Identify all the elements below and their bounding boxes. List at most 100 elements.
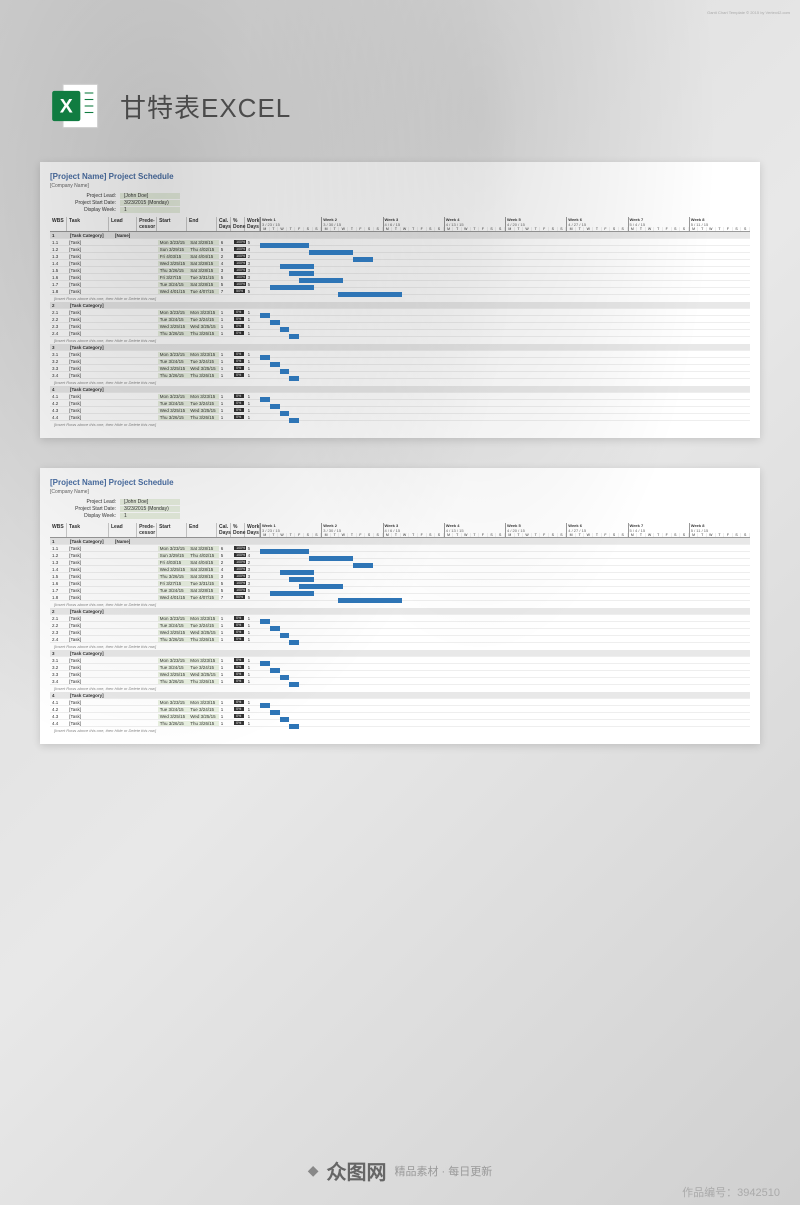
meta-week-value[interactable]: 1 (120, 513, 180, 519)
gantt-bar[interactable] (309, 250, 353, 255)
gantt-bar[interactable] (289, 724, 299, 729)
meta-lead-value[interactable]: [John Doe] (120, 193, 180, 199)
gantt-bar[interactable] (260, 619, 270, 624)
gantt-bar[interactable] (289, 271, 314, 276)
task-row[interactable]: 2.4[Task]Thu 3/26/15Thu 3/26/1510%1 (50, 636, 750, 643)
task-row[interactable]: 1.1[Task]Mon 3/23/15Sat 3/28/156100%5 (50, 239, 750, 246)
category-row[interactable]: 2[Task Category] (50, 608, 750, 615)
task-row[interactable]: 1.1[Task]Mon 3/23/15Sat 3/28/156100%5 (50, 545, 750, 552)
gantt-bar[interactable] (299, 278, 343, 283)
gantt-bar[interactable] (270, 626, 280, 631)
task-row[interactable]: 3.2[Task]Tue 3/24/15Tue 3/24/1510%1 (50, 664, 750, 671)
gantt-bar[interactable] (270, 362, 280, 367)
task-row[interactable]: 4.1[Task]Mon 3/23/15Mon 3/23/1510%1 (50, 393, 750, 400)
task-row[interactable]: 4.3[Task]Wed 3/25/15Wed 3/25/1510%1 (50, 713, 750, 720)
task-row[interactable]: 1.7[Task]Tue 3/24/15Sat 3/28/155100%5 (50, 281, 750, 288)
meta-start-value[interactable]: 3/23/2015 (Monday) (120, 506, 180, 512)
gantt-bar[interactable] (289, 418, 299, 423)
category-row[interactable]: 1[Task Category][Name] (50, 538, 750, 545)
gantt-bar[interactable] (338, 598, 402, 603)
gantt-bar[interactable] (270, 668, 280, 673)
company-name: [Company Name] (50, 489, 750, 495)
meta-week-value[interactable]: 1 (120, 207, 180, 213)
task-row[interactable]: 1.6[Task]Fri 3/27/15Tue 3/31/155100%3 (50, 274, 750, 281)
gantt-bar[interactable] (289, 682, 299, 687)
gantt-bar[interactable] (260, 397, 270, 402)
task-row[interactable]: 2.4[Task]Thu 3/26/15Thu 3/26/1510%1 (50, 330, 750, 337)
task-row[interactable]: 3.3[Task]Wed 3/25/15Wed 3/25/1510%1 (50, 671, 750, 678)
gantt-bar[interactable] (280, 570, 314, 575)
category-row[interactable]: 2[Task Category] (50, 302, 750, 309)
task-row[interactable]: 4.4[Task]Thu 3/26/15Thu 3/26/1510%1 (50, 720, 750, 727)
gantt-bar[interactable] (260, 313, 270, 318)
task-row[interactable]: 1.5[Task]Thu 3/26/15Sat 3/28/153100%3 (50, 267, 750, 274)
category-row[interactable]: 4[Task Category] (50, 386, 750, 393)
meta-start-label: Project Start Date: (50, 200, 120, 206)
task-row[interactable]: 1.8[Task]Wed 4/01/15Tue 4/07/15750%5 (50, 288, 750, 295)
gantt-bar[interactable] (280, 327, 290, 332)
task-row[interactable]: 2.2[Task]Tue 3/24/15Tue 3/24/1510%1 (50, 622, 750, 629)
gantt-bar[interactable] (309, 556, 353, 561)
task-row[interactable]: 3.3[Task]Wed 3/25/15Wed 3/25/1510%1 (50, 365, 750, 372)
task-row[interactable]: 3.4[Task]Thu 3/26/15Thu 3/26/1510%1 (50, 372, 750, 379)
gantt-bar[interactable] (299, 584, 343, 589)
gantt-bar[interactable] (270, 710, 280, 715)
gantt-bar[interactable] (289, 640, 299, 645)
task-row[interactable]: 4.2[Task]Tue 3/24/15Tue 3/24/1510%1 (50, 400, 750, 407)
gantt-bar[interactable] (289, 577, 314, 582)
task-row[interactable]: 1.8[Task]Wed 4/01/15Tue 4/07/15750%5 (50, 594, 750, 601)
page-header: X 甘特表EXCEL (0, 0, 800, 132)
insert-helper-row: [Insert Rows above this one, then Hide o… (50, 643, 750, 650)
task-row[interactable]: 1.7[Task]Tue 3/24/15Sat 3/28/155100%5 (50, 587, 750, 594)
category-row[interactable]: 4[Task Category] (50, 692, 750, 699)
gantt-bar[interactable] (353, 257, 373, 262)
gantt-bar[interactable] (280, 411, 290, 416)
gantt-bar[interactable] (270, 591, 314, 596)
task-row[interactable]: 1.6[Task]Fri 3/27/15Tue 3/31/155100%3 (50, 580, 750, 587)
gantt-bar[interactable] (270, 404, 280, 409)
gantt-bar[interactable] (289, 334, 299, 339)
task-row[interactable]: 1.5[Task]Thu 3/26/15Sat 3/28/153100%3 (50, 573, 750, 580)
task-row[interactable]: 4.3[Task]Wed 3/25/15Wed 3/25/1510%1 (50, 407, 750, 414)
meta-lead-value[interactable]: [John Doe] (120, 499, 180, 505)
gantt-bar[interactable] (280, 675, 290, 680)
category-row[interactable]: 1[Task Category][Name] (50, 232, 750, 239)
task-row[interactable]: 1.4[Task]Wed 3/25/15Sat 3/28/154100%3 (50, 566, 750, 573)
task-row[interactable]: 2.2[Task]Tue 3/24/15Tue 3/24/1510%1 (50, 316, 750, 323)
task-row[interactable]: 4.2[Task]Tue 3/24/15Tue 3/24/1510%1 (50, 706, 750, 713)
task-row[interactable]: 3.1[Task]Mon 3/23/15Mon 3/23/1510%1 (50, 351, 750, 358)
gantt-bar[interactable] (280, 369, 290, 374)
task-row[interactable]: 3.4[Task]Thu 3/26/15Thu 3/26/1510%1 (50, 678, 750, 685)
task-row[interactable]: 3.1[Task]Mon 3/23/15Mon 3/23/1510%1 (50, 657, 750, 664)
gantt-bar[interactable] (260, 703, 270, 708)
task-row[interactable]: 1.3[Task]Fri 4/03/15Sat 4/04/152100%2 (50, 559, 750, 566)
category-row[interactable]: 3[Task Category] (50, 344, 750, 351)
gantt-bar[interactable] (260, 549, 309, 554)
task-row[interactable]: 1.2[Task]Sun 3/29/15Thu 4/02/155100%4 (50, 552, 750, 559)
gantt-bar[interactable] (270, 320, 280, 325)
gantt-bar[interactable] (260, 661, 270, 666)
gantt-bar[interactable] (289, 376, 299, 381)
task-row[interactable]: 1.3[Task]Fri 4/03/15Sat 4/04/152100%2 (50, 253, 750, 260)
watermark: ◆ 众图网 精品素材 · 每日更新 (0, 1156, 800, 1185)
gantt-bar[interactable] (260, 355, 270, 360)
task-row[interactable]: 1.4[Task]Wed 3/25/15Sat 3/28/154100%3 (50, 260, 750, 267)
task-row[interactable]: 2.1[Task]Mon 3/23/15Mon 3/23/1510%1 (50, 615, 750, 622)
task-row[interactable]: 2.3[Task]Wed 3/25/15Wed 3/25/1510%1 (50, 323, 750, 330)
task-row[interactable]: 3.2[Task]Tue 3/24/15Tue 3/24/1510%1 (50, 358, 750, 365)
meta-start-value[interactable]: 3/23/2015 (Monday) (120, 200, 180, 206)
gantt-bar[interactable] (270, 285, 314, 290)
task-row[interactable]: 4.1[Task]Mon 3/23/15Mon 3/23/1510%1 (50, 699, 750, 706)
week-header: Week 23 / 30 / 15MTWTFSS (321, 217, 382, 231)
gantt-bar[interactable] (280, 717, 290, 722)
gantt-bar[interactable] (338, 292, 402, 297)
category-row[interactable]: 3[Task Category] (50, 650, 750, 657)
task-row[interactable]: 2.3[Task]Wed 3/25/15Wed 3/25/1510%1 (50, 629, 750, 636)
gantt-bar[interactable] (260, 243, 309, 248)
gantt-bar[interactable] (280, 264, 314, 269)
task-row[interactable]: 1.2[Task]Sun 3/29/15Thu 4/02/155100%4 (50, 246, 750, 253)
task-row[interactable]: 2.1[Task]Mon 3/23/15Mon 3/23/1510%1 (50, 309, 750, 316)
gantt-bar[interactable] (280, 633, 290, 638)
gantt-bar[interactable] (353, 563, 373, 568)
task-row[interactable]: 4.4[Task]Thu 3/26/15Thu 3/26/1510%1 (50, 414, 750, 421)
